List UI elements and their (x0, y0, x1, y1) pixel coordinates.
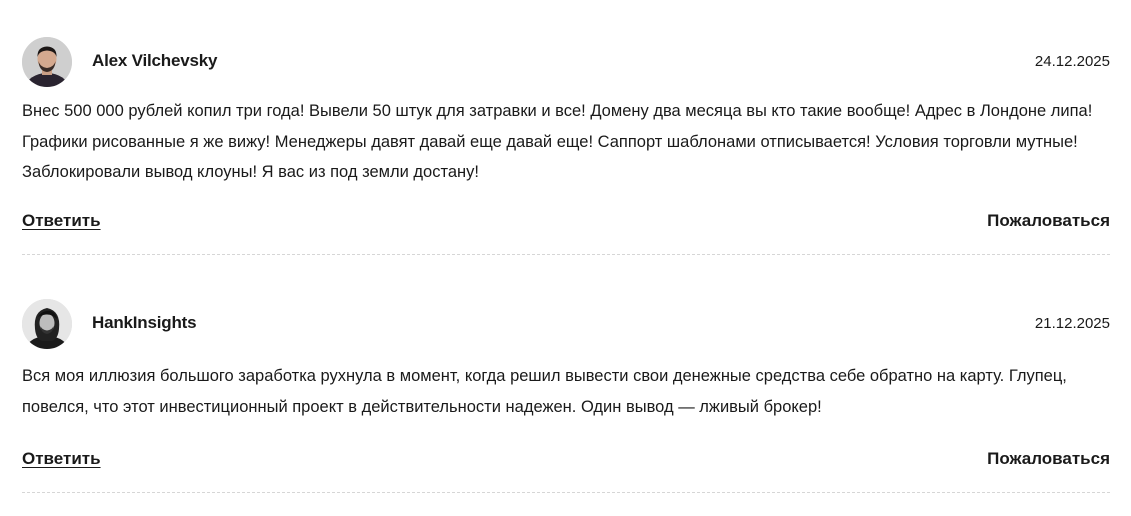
avatar (22, 299, 72, 349)
report-link[interactable]: Пожаловаться (987, 211, 1110, 231)
comment-item: Alex Vilchevsky 24.12.2025 Внес 500 000 … (22, 37, 1110, 255)
report-link[interactable]: Пожаловаться (987, 449, 1110, 469)
comment-header: HankInsights 21.12.2025 (22, 299, 1110, 349)
comment-text: Вся моя иллюзия большого заработка рухну… (22, 367, 1067, 416)
comment-text: Внес 500 000 рублей копил три года! Выве… (22, 102, 1093, 181)
comment-date: 24.12.2025 (1034, 53, 1110, 70)
divider (22, 492, 1110, 493)
avatar (22, 37, 72, 87)
divider (22, 254, 1110, 255)
comments-list: Alex Vilchevsky 24.12.2025 Внес 500 000 … (0, 0, 1131, 516)
comment-date: 21.12.2025 (1034, 315, 1110, 332)
reply-link[interactable]: Ответить (22, 449, 101, 469)
comment-actions: Ответить Пожаловаться (22, 449, 1110, 473)
comment-actions: Ответить Пожаловаться (22, 211, 1110, 235)
author-name: HankInsights (92, 313, 197, 332)
comment-header: Alex Vilchevsky 24.12.2025 (22, 37, 1110, 87)
reply-link[interactable]: Ответить (22, 211, 101, 231)
author-name: Alex Vilchevsky (92, 51, 218, 70)
comment-item: HankInsights 21.12.2025 Вся моя иллюзия … (22, 299, 1110, 493)
